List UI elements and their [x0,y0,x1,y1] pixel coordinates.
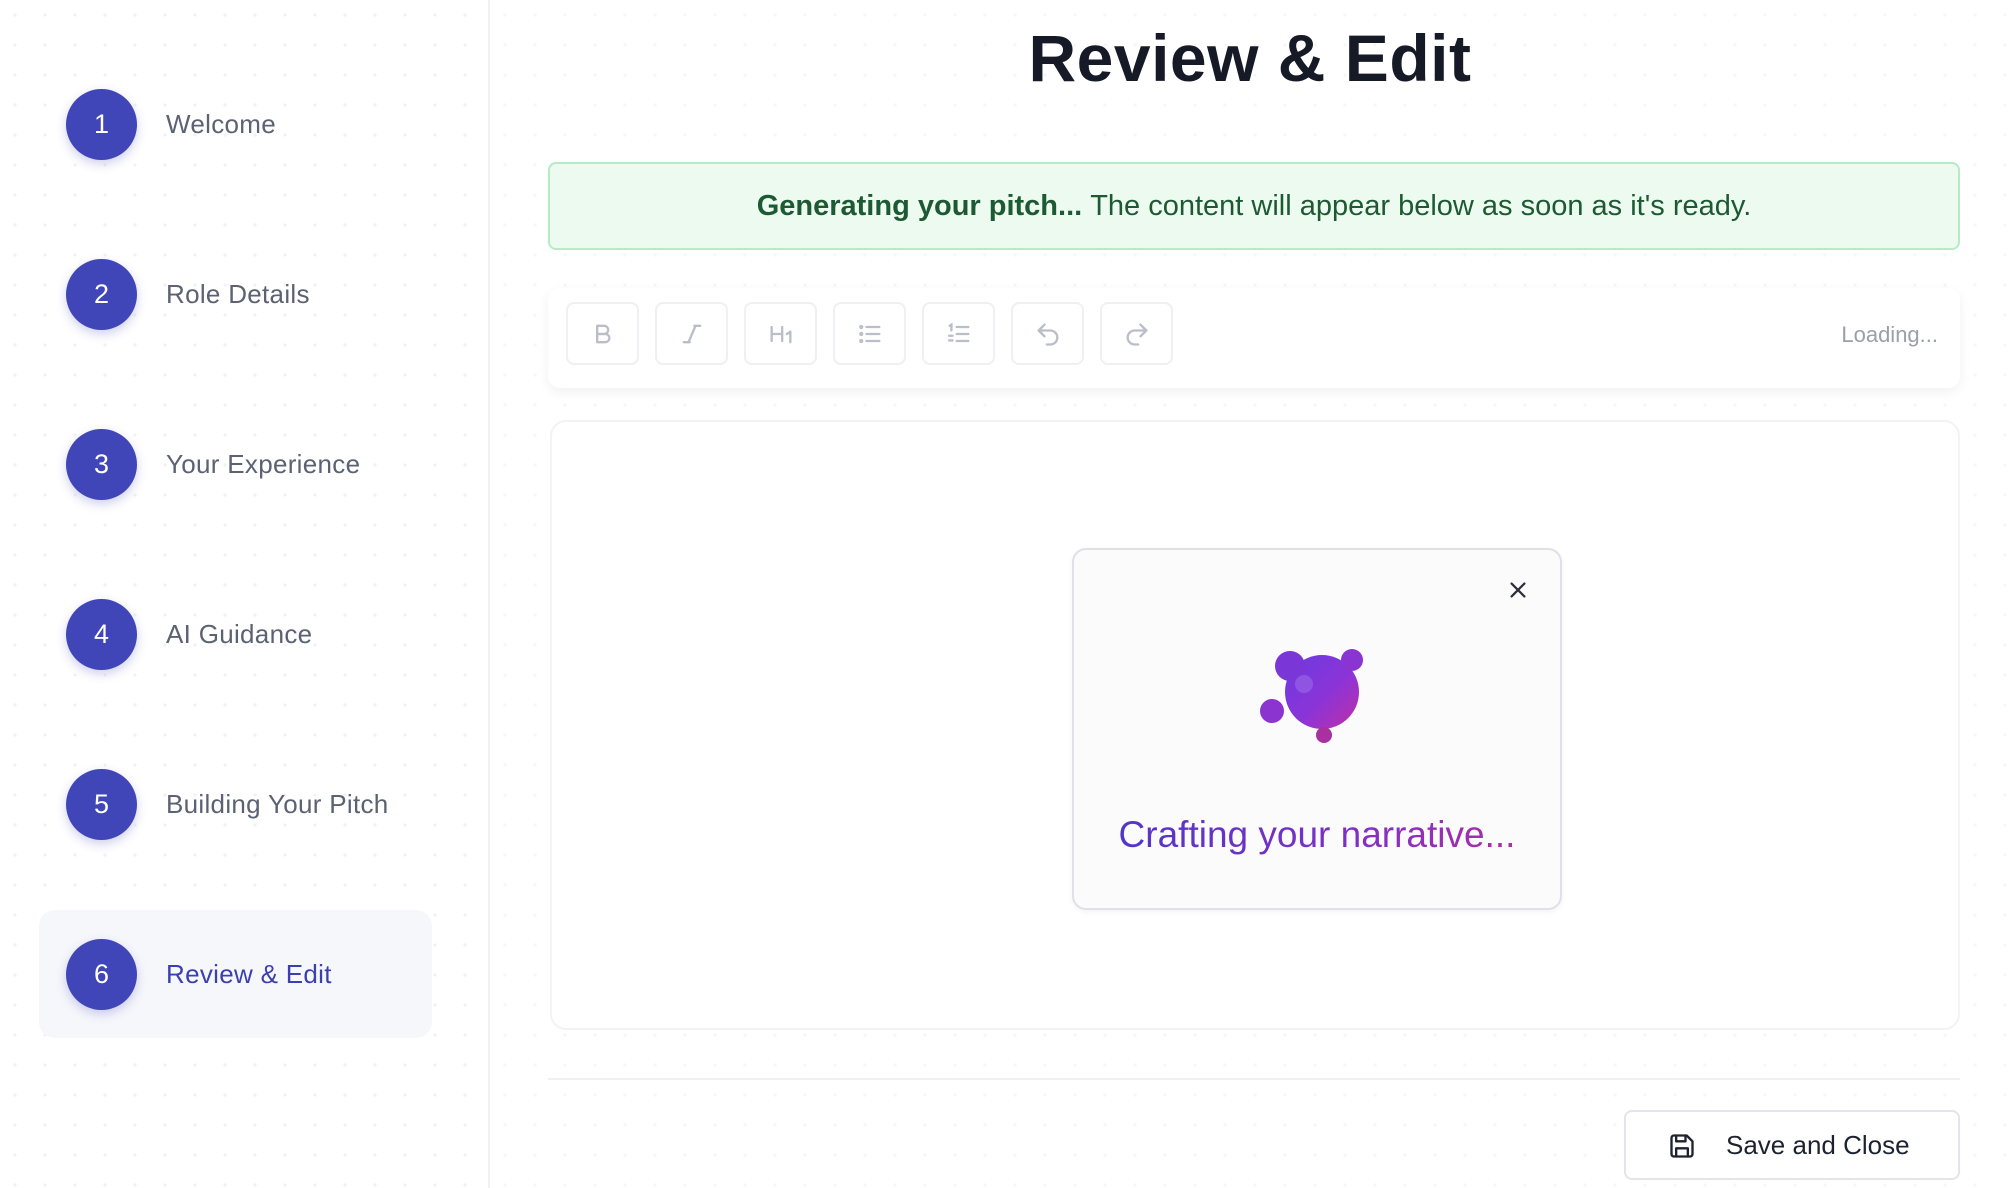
numbered-list-button[interactable] [922,302,995,365]
banner-text: The content will appear below as soon as… [1090,189,1752,222]
step-number-badge: 4 [66,599,137,670]
step-label: AI Guidance [166,618,313,649]
redo-button[interactable] [1100,302,1173,365]
italic-button[interactable] [655,302,728,365]
close-icon [1510,582,1526,598]
blob-loader-icon [1260,649,1363,743]
step-number-badge: 6 [66,939,137,1010]
step-ai-guidance[interactable]: 4 AI Guidance [39,570,432,698]
editor-toolbar: Loading... [548,288,1960,388]
italic-icon [682,324,701,343]
step-label: Welcome [166,108,276,139]
toolbar-status-text: Loading... [1841,322,1938,347]
step-label: Role Details [166,278,310,309]
step-number-badge: 1 [66,89,137,160]
banner-strong-text: Generating your pitch... [756,189,1083,222]
bullet-list-icon [858,324,880,343]
step-label: Building Your Pitch [166,788,389,819]
step-number-badge: 3 [66,429,137,500]
save-button-label: Save and Close [1726,1129,1910,1160]
save-icon [1670,1134,1694,1158]
footer-divider [548,1078,1960,1080]
main-panel: Review & Edit Generating your pitch... T… [490,0,2008,1188]
heading-1-button[interactable] [744,302,817,365]
heading-1-icon [770,325,791,343]
bold-icon [595,324,611,343]
app-window: 1 Welcome 2 Role Details 3 Your Experien… [0,0,2008,1188]
close-button[interactable] [1502,574,1534,606]
loading-message: Crafting your narrative... [1074,814,1560,856]
step-number-badge: 5 [66,769,137,840]
save-and-close-button[interactable]: Save and Close [1624,1110,1960,1180]
page-title: Review & Edit [1028,21,1472,95]
step-label: Your Experience [166,448,361,479]
step-label: Review & Edit [166,958,332,989]
step-building-your-pitch[interactable]: 5 Building Your Pitch [39,740,432,868]
numbered-list-icon [947,321,969,342]
step-number-badge: 2 [66,259,137,330]
editor-area[interactable]: Crafting your narrative... [550,420,1960,1030]
step-role-details[interactable]: 2 Role Details [39,230,432,358]
wizard-sidebar: 1 Welcome 2 Role Details 3 Your Experien… [0,0,490,1188]
step-your-experience[interactable]: 3 Your Experience [39,400,432,528]
step-review-edit[interactable]: 6 Review & Edit [39,910,432,1038]
step-welcome[interactable]: 1 Welcome [39,60,432,188]
bold-button[interactable] [566,302,639,365]
status-banner: Generating your pitch... The content wil… [548,162,1960,250]
bullet-list-button[interactable] [833,302,906,365]
loading-modal: Crafting your narrative... [1072,548,1562,910]
undo-icon [1037,323,1058,346]
redo-icon [1126,323,1147,346]
undo-button[interactable] [1011,302,1084,365]
